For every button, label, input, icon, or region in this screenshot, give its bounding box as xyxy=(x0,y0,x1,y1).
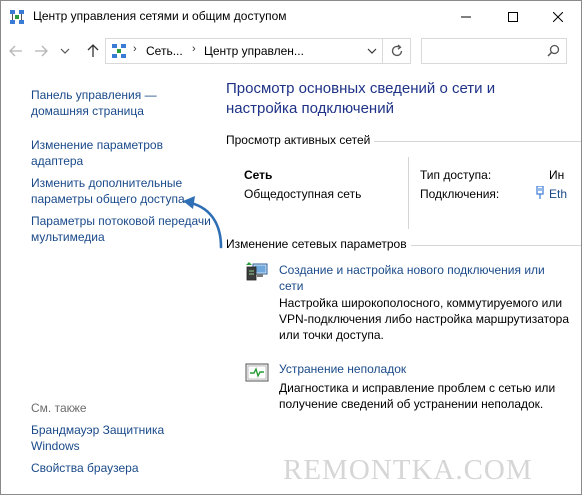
see-also-link-browser-properties[interactable]: Свойства браузера xyxy=(31,460,211,476)
search-input[interactable] xyxy=(421,38,567,64)
breadcrumb-separator-icon: › xyxy=(192,43,196,55)
maximize-icon xyxy=(508,11,518,22)
network-location-icon xyxy=(111,43,127,59)
refresh-icon xyxy=(391,44,402,57)
breadcrumb-item-network[interactable]: Сеть... xyxy=(146,44,183,58)
maximize-button[interactable] xyxy=(490,1,536,32)
sidebar: Панель управления — домашняя страница Из… xyxy=(1,69,211,494)
network-center-window: Центр управления сетями и общим доступом xyxy=(0,0,582,495)
troubleshoot-description: Диагностика и исправление проблем с сеть… xyxy=(279,381,556,411)
network-name: Сеть xyxy=(244,168,273,182)
chevron-down-icon xyxy=(367,48,377,54)
change-settings-heading: Изменение сетевых параметров xyxy=(226,237,411,251)
page-title: Просмотр основных сведений о сети и наст… xyxy=(226,80,496,117)
column-divider xyxy=(408,157,409,229)
forward-button[interactable] xyxy=(33,42,49,60)
navigation-bar: › Сеть... › Центр управлен... xyxy=(1,34,581,68)
recent-locations-button[interactable] xyxy=(57,42,73,60)
arrow-up-icon xyxy=(87,44,99,57)
breadcrumb-separator-icon: › xyxy=(133,43,137,55)
troubleshoot-icon xyxy=(245,362,269,384)
access-type-label: Тип доступа: xyxy=(420,168,492,182)
setup-new-connection-link[interactable]: Создание и настройка нового подключения … xyxy=(279,262,569,294)
setup-new-connection-description: Настройка широкополосного, коммутируемог… xyxy=(279,296,570,342)
watermark: REMONTKA.COM xyxy=(283,454,533,486)
see-also-link-firewall[interactable]: Брандмауэр Защитника Windows xyxy=(31,422,211,454)
back-button[interactable] xyxy=(8,42,24,60)
access-type-value: Ин xyxy=(549,168,565,182)
chevron-down-icon xyxy=(60,48,70,54)
troubleshoot-link[interactable]: Устранение неполадок xyxy=(279,361,569,377)
minimize-button[interactable] xyxy=(443,1,489,32)
network-center-icon xyxy=(9,9,25,25)
see-also-label: См. также xyxy=(31,401,87,415)
address-dropdown-button[interactable] xyxy=(362,41,382,61)
title-bar: Центр управления сетями и общим доступом xyxy=(1,1,581,32)
search-icon xyxy=(547,44,560,60)
network-category-link[interactable]: Общедоступная сеть xyxy=(244,187,361,201)
close-button[interactable] xyxy=(535,1,581,32)
ethernet-icon xyxy=(534,185,546,203)
sidebar-link-control-panel-home[interactable]: Панель управления — домашняя страница xyxy=(31,87,211,119)
address-bar[interactable]: › Сеть... › Центр управлен... xyxy=(105,38,411,64)
up-button[interactable] xyxy=(85,42,101,60)
sidebar-link-adapter-settings[interactable]: Изменение параметров адаптера xyxy=(31,137,211,169)
arrow-left-icon xyxy=(9,45,22,57)
breadcrumb-item-network-center[interactable]: Центр управлен... xyxy=(204,44,304,58)
active-networks-heading: Просмотр активных сетей xyxy=(226,133,375,147)
connections-label: Подключения: xyxy=(420,187,500,201)
new-connection-icon xyxy=(245,261,269,283)
minimize-icon xyxy=(461,16,471,17)
window-title: Центр управления сетями и общим доступом xyxy=(33,9,287,23)
annotation-arrow xyxy=(183,196,223,249)
refresh-button[interactable] xyxy=(382,39,410,63)
close-icon xyxy=(553,11,563,22)
connection-link[interactable]: Eth xyxy=(549,187,567,201)
arrow-right-icon xyxy=(35,45,48,57)
main-content: Просмотр основных сведений о сети и наст… xyxy=(211,69,581,494)
